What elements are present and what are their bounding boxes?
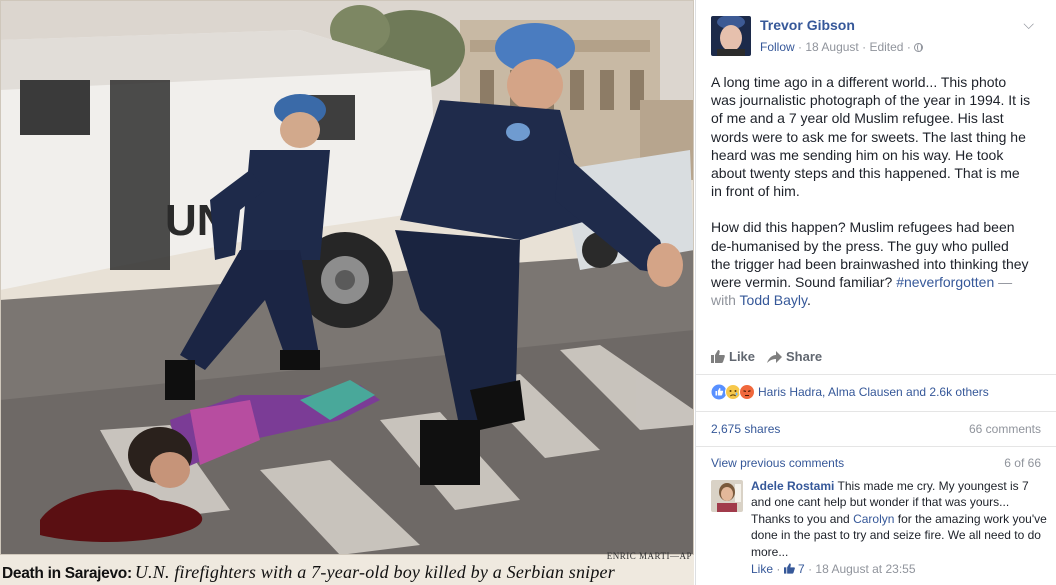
sad-icon	[725, 384, 741, 400]
share-button[interactable]: Share	[767, 349, 822, 364]
comments-pager-count: 6 of 66	[1004, 456, 1041, 470]
comments-count[interactable]: 66 comments	[969, 422, 1041, 436]
post-side-panel: Trevor Gibson Follow · 18 August · Edite…	[695, 0, 1056, 585]
angry-icon	[739, 384, 755, 400]
edited-label[interactable]: Edited	[869, 40, 903, 54]
photo-viewer[interactable]: UN ENRIC MARTI—AP Death in Sarajevo: U.N…	[0, 0, 694, 585]
divider	[696, 446, 1056, 447]
post-paragraph-1: A long time ago in a different world... …	[711, 74, 1031, 200]
follow-button[interactable]: Follow	[760, 40, 795, 54]
author-avatar-image	[711, 16, 751, 56]
like-icon	[711, 384, 727, 400]
comment-mention-link[interactable]: Carolyn	[853, 512, 894, 526]
commenter-avatar[interactable]	[711, 480, 743, 512]
photo-credit: ENRIC MARTI—AP	[606, 551, 692, 561]
globe-icon[interactable]	[914, 43, 924, 52]
comment-text: Adele Rostami This made me cry. My young…	[751, 479, 1047, 559]
post-author-name[interactable]: Trevor Gibson	[760, 17, 855, 33]
comment-timestamp[interactable]: 18 August at 23:55	[815, 562, 915, 576]
comment-like-button[interactable]: Like	[751, 562, 773, 576]
post-date[interactable]: 18 August	[805, 40, 858, 54]
post-text: A long time ago in a different world... …	[711, 73, 1031, 309]
reaction-icons	[711, 384, 755, 400]
news-photo: UN	[0, 0, 694, 585]
author-avatar[interactable]	[711, 16, 751, 56]
comment-like-count[interactable]: 7	[798, 562, 805, 576]
divider	[696, 411, 1056, 412]
hashtag-link[interactable]: #neverforgotten	[896, 274, 994, 290]
post-meta: Follow · 18 August · Edited ·	[760, 40, 924, 54]
view-previous-comments-link[interactable]: View previous comments	[711, 456, 844, 470]
commenter-avatar-image	[711, 480, 743, 512]
caption-text: U.N. firefighters with a 7-year-old boy …	[134, 562, 615, 582]
share-arrow-icon	[767, 351, 782, 363]
photo-caption: Death in Sarajevo: U.N. firefighters wit…	[2, 562, 615, 583]
post-header: Trevor Gibson Follow · 18 August · Edite…	[696, 0, 1056, 66]
post-paragraph-2: How did this happen? Muslim refugees had…	[711, 219, 1029, 309]
comment-footer: Like · 7 · 18 August at 23:55	[751, 562, 916, 576]
comments-pager: View previous comments 6 of 66	[711, 456, 1041, 470]
caption-heading: Death in Sarajevo:	[2, 565, 132, 582]
shares-count-link[interactable]: 2,675 shares	[711, 422, 780, 436]
comment-author-link[interactable]: Adele Rostami	[751, 479, 834, 493]
chevron-down-icon[interactable]: ⌵	[1023, 16, 1034, 33]
like-button[interactable]: Like	[711, 349, 755, 364]
reactions-summary[interactable]: Haris Hadra, Alma Clausen and 2.6k other…	[711, 384, 989, 402]
thumbs-up-icon	[711, 350, 725, 363]
engagement-stats: 2,675 shares 66 comments	[711, 422, 1041, 436]
tagged-person-link[interactable]: Todd Bayly	[740, 292, 807, 308]
reactions-text[interactable]: Haris Hadra, Alma Clausen and 2.6k other…	[758, 385, 989, 399]
post-action-bar: Like Share	[711, 347, 1043, 367]
thumbs-up-icon	[783, 563, 795, 574]
divider	[696, 374, 1056, 375]
